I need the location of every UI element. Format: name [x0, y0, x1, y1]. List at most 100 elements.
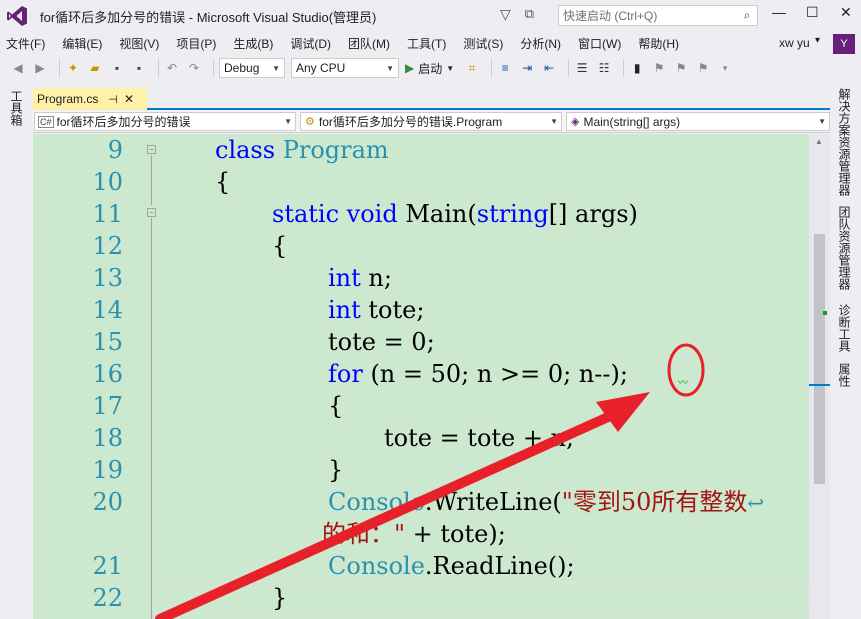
new-project-icon[interactable]: ✦ [65, 60, 81, 76]
line-number: 9 [107, 136, 123, 164]
vertical-scrollbar[interactable]: ▲ [809, 134, 830, 619]
search-icon[interactable]: ⌕ [737, 8, 757, 23]
line-number: 11 [92, 200, 123, 228]
keyword: void [346, 200, 398, 228]
menu-view[interactable]: 视图(V) [119, 35, 159, 52]
open-file-icon[interactable]: ▰ [87, 60, 103, 76]
member-dropdown[interactable]: ◈ Main(string[] args) ▼ [566, 112, 830, 131]
code-text: + tote); [405, 520, 506, 548]
string-literal: 的和：" [322, 520, 406, 548]
toolbox-tab[interactable]: 工具箱 [8, 90, 25, 126]
menu-edit[interactable]: 编辑(E) [62, 35, 102, 52]
code-line-18: tote = tote + n; [384, 424, 575, 452]
code-line-20-wrapped: 的和：" + tote); [322, 518, 506, 550]
scroll-up-icon[interactable]: ▲ [815, 137, 823, 146]
class-dropdown[interactable]: ⚙ for循环后多加分号的错误.Program ▼ [300, 112, 562, 131]
project-dropdown[interactable]: C# for循环后多加分号的错误 ▼ [34, 112, 296, 131]
menu-window[interactable]: 窗口(W) [578, 35, 621, 52]
outdent-icon[interactable]: ⇤ [541, 60, 557, 76]
bookmark-icon[interactable]: ▮ [629, 60, 645, 76]
navigate-forward-icon[interactable]: ▶ [32, 60, 48, 76]
chevron-down-icon[interactable]: ▼ [446, 64, 454, 73]
code-line-13: int n; [328, 262, 392, 294]
quick-launch-input[interactable]: 快速启动 (Ctrl+Q) ⌕ [558, 5, 758, 26]
start-debugging-button[interactable]: ▶ 启动 ▼ [405, 60, 454, 77]
type-name: Console [328, 552, 425, 580]
code-text: .WriteLine( [424, 488, 562, 516]
uncomment-icon[interactable]: ☷ [596, 60, 612, 76]
code-editor[interactable]: 9 10 11 12 13 14 15 16 17 18 19 20 21 22… [33, 134, 809, 619]
keyword: class [215, 136, 276, 164]
menu-build[interactable]: 生成(B) [233, 35, 273, 52]
collapse-icon[interactable]: − [147, 145, 156, 154]
code-line-12: { [272, 232, 288, 260]
maximize-icon[interactable]: ☐ [806, 4, 819, 21]
indent-icon[interactable]: ⇥ [519, 60, 535, 76]
method-name: Main( [405, 200, 477, 228]
standard-toolbar: ◀ ▶ ✦ ▰ ▪ ▪ ↶ ↷ Debug ▼ Any CPU ▼ ▶ 启动 ▼… [0, 54, 861, 82]
code-line-22: } [272, 584, 288, 612]
menu-tools[interactable]: 工具(T) [407, 35, 446, 52]
close-tab-icon[interactable]: ✕ [124, 92, 134, 106]
csharp-project-icon: C# [38, 115, 54, 128]
collapse-icon[interactable]: − [147, 208, 156, 217]
window-title: for循环后多加分号的错误 - Microsoft Visual Studio(… [40, 9, 377, 25]
minimize-icon[interactable]: — [772, 4, 786, 20]
menu-project[interactable]: 项目(P) [176, 35, 216, 52]
save-icon[interactable]: ▪ [109, 60, 125, 76]
type-name: Program [282, 136, 389, 164]
menu-bar: 文件(F) 编辑(E) 视图(V) 项目(P) 生成(B) 调试(D) 团队(M… [0, 32, 861, 54]
find-in-files-icon[interactable]: ⌗ [464, 60, 480, 76]
play-icon: ▶ [405, 61, 415, 75]
chevron-down-icon: ▼ [550, 117, 558, 126]
chevron-down-icon[interactable]: ▾ [815, 35, 820, 46]
menu-test[interactable]: 测试(S) [463, 35, 503, 52]
member-name: Main(string[] args) [583, 114, 681, 129]
diagnostic-tools-tab[interactable]: 诊断工具 [836, 304, 853, 352]
redo-icon[interactable]: ↷ [186, 60, 202, 76]
visual-studio-logo-icon [0, 0, 34, 32]
close-icon[interactable]: ✕ [840, 4, 852, 21]
feedback-icon[interactable]: ⧉ [525, 6, 534, 23]
line-number: 15 [92, 328, 123, 356]
solution-explorer-tab[interactable]: 解决方案资源管理器 [836, 88, 853, 196]
menu-help[interactable]: 帮助(H) [638, 35, 679, 52]
toolbar-separator [491, 59, 493, 77]
navigate-back-icon[interactable]: ◀ [10, 60, 26, 76]
code-line-11: static void Main(string[] args) [272, 198, 638, 230]
scrollbar-thumb[interactable] [814, 234, 825, 484]
toolbar-options-icon[interactable]: ▾ [717, 60, 733, 76]
menu-analyze[interactable]: 分析(N) [520, 35, 561, 52]
chevron-down-icon: ▼ [386, 63, 394, 73]
format-icon[interactable]: ≡ [497, 60, 513, 76]
next-bookmark-icon[interactable]: ⚑ [673, 60, 689, 76]
notification-filter-icon[interactable]: ▽ [500, 6, 511, 23]
solution-platform-select[interactable]: Any CPU ▼ [291, 58, 399, 78]
code-line-16: for (n = 50; n >= 0; n--); [328, 358, 628, 390]
code-line-9: class Program [215, 134, 389, 166]
pin-icon[interactable]: ⊣ [108, 93, 118, 106]
chevron-down-icon: ▼ [284, 117, 292, 126]
clear-bookmarks-icon[interactable]: ⚑ [695, 60, 711, 76]
menu-debug[interactable]: 调试(D) [290, 35, 331, 52]
left-tool-rail: 工具箱 [0, 82, 33, 619]
menu-team[interactable]: 团队(M) [348, 35, 390, 52]
menu-file[interactable]: 文件(F) [6, 35, 45, 52]
team-explorer-tab[interactable]: 团队资源管理器 [836, 206, 853, 290]
keyword: for [328, 360, 363, 388]
user-name[interactable]: xw yu [779, 36, 810, 50]
tab-program-cs[interactable]: Program.cs ⊣ ✕ [33, 88, 147, 110]
keyword: int [328, 296, 361, 324]
properties-tab[interactable]: 属性 [836, 363, 853, 387]
undo-icon[interactable]: ↶ [164, 60, 180, 76]
quick-launch-placeholder: 快速启动 (Ctrl+Q) [563, 9, 658, 23]
save-all-icon[interactable]: ▪ [131, 60, 147, 76]
comment-icon[interactable]: ☰ [574, 60, 590, 76]
code-line-19: } [328, 456, 344, 484]
string-literal: "零到50所有整数 [561, 488, 748, 516]
account-avatar[interactable]: Y [833, 34, 855, 54]
prev-bookmark-icon[interactable]: ⚑ [651, 60, 667, 76]
keyword: int [328, 264, 361, 292]
toolbar-separator [158, 59, 159, 77]
solution-configuration-select[interactable]: Debug ▼ [219, 58, 285, 78]
